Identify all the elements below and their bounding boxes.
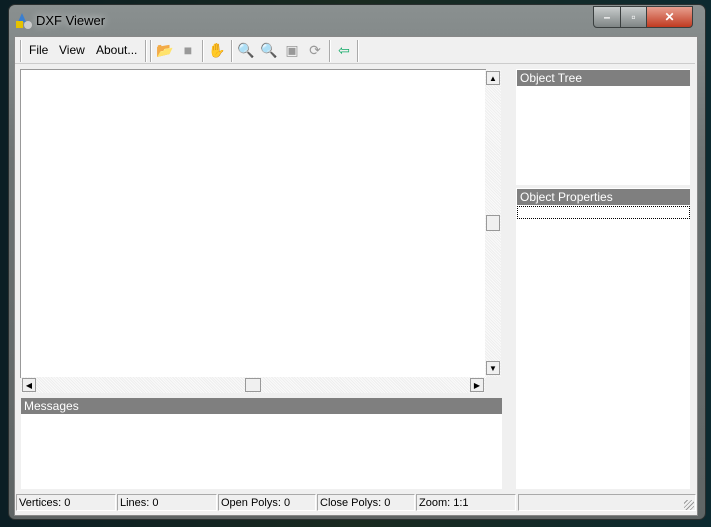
save-icon[interactable]: ■: [179, 41, 197, 59]
vertical-scroll-thumb[interactable]: [486, 215, 500, 231]
menu-about[interactable]: About...: [96, 43, 137, 57]
drawing-canvas[interactable]: [20, 69, 486, 378]
scroll-up-button[interactable]: ▲: [486, 71, 500, 85]
property-row[interactable]: [517, 206, 690, 219]
menu-view[interactable]: View: [59, 43, 85, 57]
status-lines: Lines: 0: [117, 494, 217, 511]
exit-icon[interactable]: ⇦: [335, 41, 353, 59]
maximize-button[interactable]: ▫: [620, 6, 647, 28]
messages-header: Messages: [21, 398, 502, 414]
object-tree-panel[interactable]: [516, 69, 690, 185]
horizontal-scroll-thumb[interactable]: [245, 378, 261, 392]
object-tree-header: Object Tree: [517, 70, 690, 86]
zoom-extents-icon[interactable]: ▣: [283, 41, 301, 59]
open-folder-icon[interactable]: 📂: [156, 41, 174, 59]
status-vertices: Vertices: 0: [16, 494, 116, 511]
scroll-right-button[interactable]: ▶: [470, 378, 484, 392]
status-close-polys: Close Polys: 0: [317, 494, 415, 511]
window-title: DXF Viewer: [36, 13, 106, 28]
object-properties-header: Object Properties: [517, 189, 690, 205]
messages-area[interactable]: [21, 414, 502, 489]
refresh-icon[interactable]: ⟳: [306, 41, 324, 59]
zoom-in-icon[interactable]: 🔍: [237, 41, 255, 59]
minimize-button[interactable]: –: [593, 6, 621, 28]
status-empty: [518, 494, 696, 511]
zoom-out-icon[interactable]: 🔍: [260, 41, 278, 59]
app-icon: [15, 12, 33, 30]
resize-grip-icon[interactable]: [684, 500, 694, 510]
object-properties-panel[interactable]: [516, 188, 690, 489]
pan-hand-icon[interactable]: ✋: [208, 41, 226, 59]
scroll-down-button[interactable]: ▼: [486, 361, 500, 375]
status-zoom: Zoom: 1:1: [416, 494, 516, 511]
scroll-left-button[interactable]: ◀: [22, 378, 36, 392]
menu-file[interactable]: File: [29, 43, 48, 57]
status-open-polys: Open Polys: 0: [218, 494, 316, 511]
close-button[interactable]: ✕: [646, 6, 693, 28]
